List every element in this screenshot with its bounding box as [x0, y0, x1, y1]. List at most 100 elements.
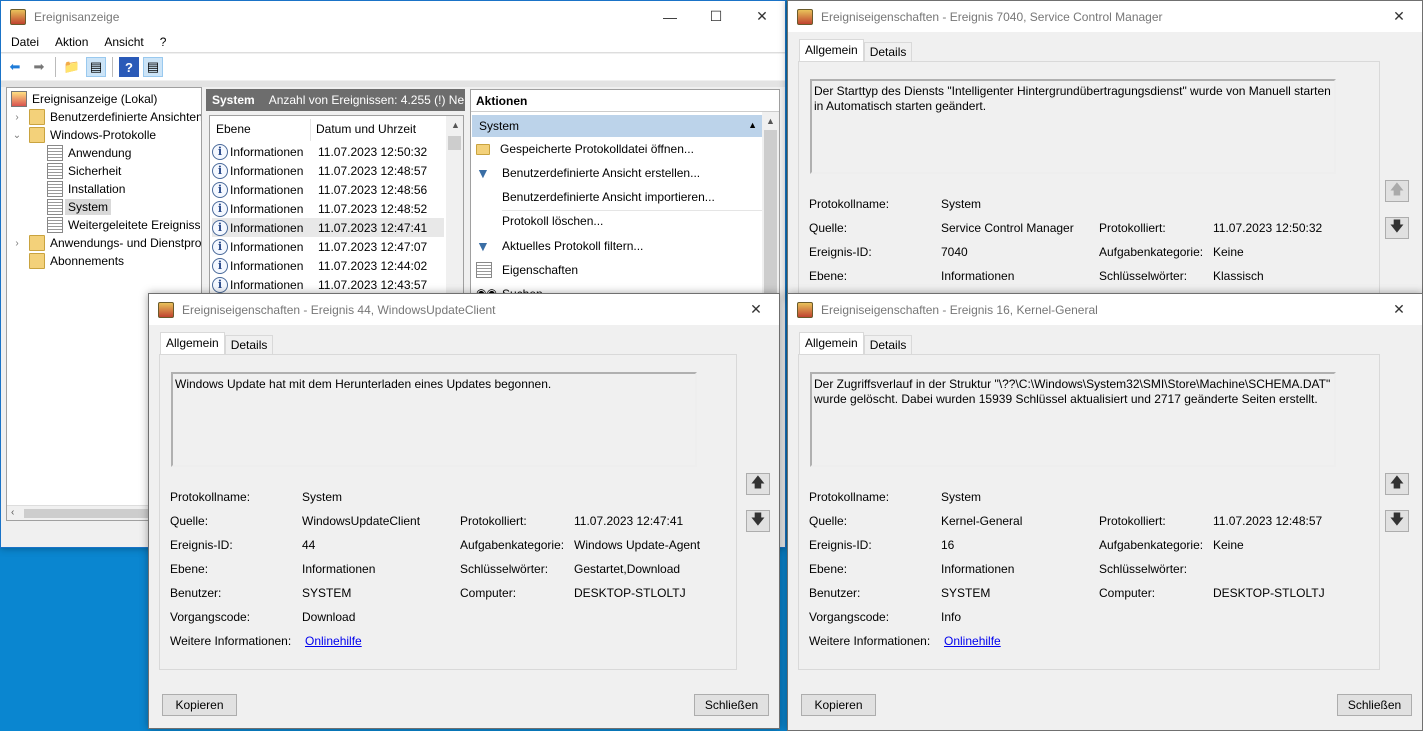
tab-allgemein[interactable]: Allgemein	[799, 39, 864, 61]
source-label: Quelle:	[170, 514, 209, 528]
table-row[interactable]: i Informationen 11.07.2023 12:47:07	[212, 237, 444, 256]
chevron-right-icon[interactable]: ›	[11, 112, 23, 123]
action-item[interactable]: ▼ Benutzerdefinierte Ansicht erstellen...	[476, 162, 700, 184]
keywords-value: Gestartet,Download	[574, 562, 681, 576]
tree-item[interactable]: System	[47, 198, 112, 216]
action-item[interactable]: Gespeicherte Protokolldatei öffnen...	[476, 138, 694, 160]
source-value: Kernel-General	[941, 514, 1023, 528]
next-event-button[interactable]: 🡇	[746, 510, 770, 532]
source-label: Quelle:	[809, 221, 848, 235]
next-event-button[interactable]: 🡇	[1385, 217, 1409, 239]
table-row[interactable]: i Informationen 11.07.2023 12:44:02	[212, 256, 444, 275]
close-dialog-button[interactable]: Schließen	[1337, 694, 1412, 716]
blank-icon	[476, 213, 492, 229]
table-row[interactable]: i Informationen 11.07.2023 12:43:57	[212, 275, 444, 294]
close-dialog-button[interactable]: Schließen	[694, 694, 769, 716]
minimize-button[interactable]: —	[647, 1, 693, 32]
tree-item[interactable]: Anwendung	[47, 144, 131, 162]
action-item[interactable]: Benutzerdefinierte Ansicht importieren..…	[476, 186, 715, 208]
scroll-up-icon[interactable]: ▲	[451, 120, 460, 130]
copy-button[interactable]: Kopieren	[162, 694, 237, 716]
table-row[interactable]: i Informationen 11.07.2023 12:50:32	[212, 142, 444, 161]
table-row[interactable]: i Informationen 11.07.2023 12:48:52	[212, 199, 444, 218]
logname-label: Protokollname:	[809, 490, 890, 504]
logged-label: Protokolliert:	[1099, 221, 1166, 235]
tree-item[interactable]: Sicherheit	[47, 162, 121, 180]
logged-value: 11.07.2023 12:50:32	[1213, 221, 1323, 235]
tab-details[interactable]: Details	[224, 335, 274, 354]
row-datetime: 11.07.2023 12:47:07	[318, 239, 428, 254]
tab-details[interactable]: Details	[863, 335, 913, 354]
scroll-up-icon[interactable]: ▲	[766, 116, 775, 126]
actions-section-system[interactable]: System ▲	[472, 115, 763, 137]
tab-allgemein[interactable]: Allgemein	[160, 332, 225, 354]
logname-value: System	[302, 490, 343, 504]
previous-event-button[interactable]: 🡅	[746, 473, 770, 495]
help-icon[interactable]: ?	[119, 57, 139, 77]
copy-button[interactable]: Kopieren	[801, 694, 876, 716]
table-row[interactable]: i Informationen 11.07.2023 12:48:57	[212, 161, 444, 180]
menu-help[interactable]: ?	[160, 35, 167, 49]
tree-item[interactable]: Ereignisanzeige (Lokal)	[11, 90, 157, 108]
scrollbar-thumb[interactable]	[448, 136, 461, 150]
action-item[interactable]: ▼ Aktuelles Protokoll filtern...	[476, 235, 643, 257]
category-label: Aufgabenkategorie:	[460, 538, 565, 552]
collapse-icon[interactable]: ▲	[748, 120, 757, 130]
previous-event-button[interactable]: 🡅	[1385, 180, 1409, 202]
filter-icon: ▼	[476, 165, 490, 181]
actions-section-label: System	[479, 119, 520, 133]
tree-item[interactable]: Weitergeleitete Ereignisse	[47, 216, 201, 234]
close-button[interactable]: ✕	[1376, 294, 1422, 325]
info-icon: i	[212, 219, 228, 236]
scrollbar-thumb[interactable]	[764, 130, 777, 298]
table-row[interactable]: i Informationen 11.07.2023 12:47:41	[212, 218, 444, 237]
online-help-link[interactable]: Onlinehilfe	[305, 634, 362, 648]
action-label: Gespeicherte Protokolldatei öffnen...	[500, 142, 694, 156]
tree-item-label: System	[65, 199, 112, 215]
event-message[interactable]: Der Zugriffsverlauf in der Struktur "\??…	[810, 372, 1336, 467]
info-icon: i	[212, 238, 228, 255]
scroll-left-icon[interactable]: ‹	[11, 507, 14, 518]
next-event-button[interactable]: 🡇	[1385, 510, 1409, 532]
column-header-datetime[interactable]: Datum und Uhrzeit	[316, 116, 416, 142]
menu-aktion[interactable]: Aktion	[55, 35, 88, 49]
actions-scrollbar[interactable]: ▲	[762, 112, 779, 298]
table-row[interactable]: i Informationen 11.07.2023 12:48:56	[212, 180, 444, 199]
show-hide-action-pane-icon[interactable]: ▤	[143, 57, 163, 77]
tab-details[interactable]: Details	[863, 42, 913, 61]
menu-ansicht[interactable]: Ansicht	[104, 35, 143, 49]
row-level: Informationen	[230, 144, 304, 159]
show-hide-console-tree-icon[interactable]: ▤	[86, 57, 106, 77]
tree-item[interactable]: Abonnements	[11, 252, 124, 270]
action-item[interactable]: Protokoll löschen...	[476, 210, 603, 232]
tree-item[interactable]: › Benutzerdefinierte Ansichten	[11, 108, 201, 126]
row-datetime: 11.07.2023 12:48:57	[318, 163, 428, 178]
event-message[interactable]: Windows Update hat mit dem Herunterladen…	[171, 372, 697, 467]
action-item[interactable]: Eigenschaften	[476, 259, 578, 281]
dialog-title: Ereigniseigenschaften - Ereignis 7040, S…	[821, 9, 1163, 24]
vertical-scrollbar[interactable]: ▲	[446, 116, 463, 304]
chevron-right-icon[interactable]: ›	[11, 238, 23, 249]
tree-item[interactable]: Installation	[47, 180, 125, 198]
online-help-link[interactable]: Onlinehilfe	[944, 634, 1001, 648]
column-divider[interactable]	[310, 119, 311, 141]
back-arrow-icon[interactable]: ⬅	[5, 57, 25, 77]
previous-event-button[interactable]: 🡅	[1385, 473, 1409, 495]
row-level: Informationen	[230, 182, 304, 197]
tab-allgemein[interactable]: Allgemein	[799, 332, 864, 354]
close-button[interactable]: ✕	[733, 294, 779, 325]
maximize-button[interactable]: ☐	[693, 1, 739, 32]
tree-item[interactable]: ⌄ Windows-Protokolle	[11, 126, 156, 144]
forward-arrow-icon[interactable]: ➡	[29, 57, 49, 77]
opcode-label: Vorgangscode:	[170, 610, 251, 624]
tree-item-label: Installation	[68, 182, 126, 196]
chevron-down-icon[interactable]: ⌄	[11, 130, 23, 141]
close-button[interactable]: ✕	[1376, 1, 1422, 32]
event-message[interactable]: Der Starttyp des Diensts "Intelligenter …	[810, 79, 1336, 174]
up-folder-icon[interactable]: 📁	[62, 57, 82, 77]
tree-item-label: Windows-Protokolle	[50, 128, 157, 142]
close-button[interactable]: ✕	[739, 1, 785, 32]
column-header-level[interactable]: Ebene	[216, 116, 251, 142]
menu-datei[interactable]: Datei	[11, 35, 39, 49]
tree-item[interactable]: › Anwendungs- und Dienstprotokolle	[11, 234, 201, 252]
